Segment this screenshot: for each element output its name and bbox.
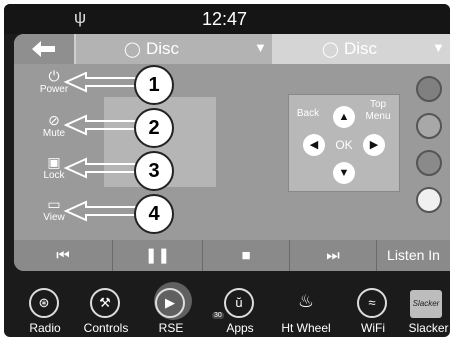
tab-label: Disc bbox=[146, 39, 180, 58]
dock-label: RSE bbox=[158, 321, 184, 335]
transport-bar: ⏮ ❚❚ ■ ⏭ Listen In bbox=[14, 240, 450, 271]
nav-down-button[interactable]: ▼ bbox=[333, 162, 355, 184]
callout-2: 2 bbox=[134, 108, 174, 148]
back-label[interactable]: Back bbox=[293, 108, 323, 119]
wifi-icon: ≈ bbox=[357, 288, 387, 318]
rse-icon: ▶ bbox=[155, 288, 185, 318]
usb-icon: ψ bbox=[74, 8, 87, 27]
stop-icon: ■ bbox=[241, 247, 251, 264]
dock-label: WiFi bbox=[361, 321, 385, 335]
controls-icon: ⚒ bbox=[90, 288, 120, 318]
callout-3: 3 bbox=[134, 151, 174, 191]
dock-apps[interactable]: ŭ 30 Apps bbox=[212, 286, 268, 337]
heated-wheel-icon: ♨ bbox=[297, 291, 315, 311]
listen-in-button[interactable]: Listen In bbox=[377, 240, 450, 271]
pause-button[interactable]: ❚❚ bbox=[113, 240, 203, 271]
color-button-4[interactable] bbox=[416, 187, 442, 213]
color-button-3[interactable] bbox=[416, 150, 442, 176]
pause-icon: ❚❚ bbox=[144, 247, 171, 264]
disc-panel: ◯ Disc ▼ ◯ Disc ▼ ⏻ Power ⊘ Mute ▣ Lock bbox=[14, 34, 450, 271]
dropdown-arrow-icon: ▼ bbox=[432, 40, 445, 55]
dock-rse[interactable]: ▶ RSE bbox=[143, 286, 199, 337]
top-menu-label-line1[interactable]: Top bbox=[361, 99, 395, 110]
nav-right-button[interactable]: ▶ bbox=[363, 134, 385, 156]
dvd-navigation-pad: Back Top Menu ▲ ◀ OK ▶ ▼ bbox=[288, 94, 400, 192]
dock-heated-wheel[interactable]: ♨ Ht Wheel bbox=[275, 286, 337, 337]
next-track-button[interactable]: ⏭ bbox=[290, 240, 377, 271]
callout-4: 4 bbox=[134, 194, 174, 234]
stop-button[interactable]: ■ bbox=[203, 240, 290, 271]
dock-wifi[interactable]: ≈ WiFi bbox=[345, 286, 401, 337]
dock-slacker[interactable]: Slacker Slacker bbox=[399, 286, 450, 337]
source-tabs: ◯ Disc ▼ ◯ Disc ▼ bbox=[14, 34, 450, 64]
dock-label: Apps bbox=[226, 321, 254, 335]
clock: 12:47 bbox=[202, 9, 248, 29]
nav-up-button[interactable]: ▲ bbox=[333, 106, 355, 128]
color-button-2[interactable] bbox=[416, 113, 442, 139]
status-bar: ψ 12:47 bbox=[4, 4, 450, 34]
apps-badge: 30 bbox=[212, 312, 224, 319]
nav-left-button[interactable]: ◀ bbox=[303, 134, 325, 156]
bluray-disc-icon: ◯ bbox=[124, 41, 141, 58]
bluray-disc-icon: ◯ bbox=[322, 41, 339, 58]
dropdown-arrow-icon: ▼ bbox=[254, 40, 267, 55]
dock-label: Radio bbox=[29, 321, 61, 335]
tab-label: Disc bbox=[344, 39, 378, 58]
dock-label: Slacker bbox=[408, 321, 449, 335]
dock-radio[interactable]: ⊛ Radio bbox=[17, 286, 73, 337]
screen: ψ 12:47 ◯ Disc ▼ ◯ Disc ▼ ⏻ Power ⊘ Mute… bbox=[4, 4, 450, 337]
top-menu-label-line2[interactable]: Menu bbox=[361, 111, 395, 122]
back-button[interactable] bbox=[14, 34, 74, 64]
ok-button[interactable]: OK bbox=[332, 136, 356, 154]
radio-icon: ⊛ bbox=[29, 288, 59, 318]
color-button-1[interactable] bbox=[416, 76, 442, 102]
apps-icon: ŭ bbox=[224, 288, 254, 318]
skip-forward-icon: ⏭ bbox=[326, 247, 340, 264]
tab-disc-secondary[interactable]: ◯ Disc ▼ bbox=[272, 34, 450, 64]
slacker-icon: Slacker bbox=[410, 290, 442, 318]
previous-track-button[interactable]: ⏮ bbox=[14, 240, 113, 271]
callout-1: 1 bbox=[134, 65, 174, 105]
tab-disc-active[interactable]: ◯ Disc ▼ bbox=[76, 34, 272, 64]
app-dock: ⊛ Radio ⚒ Controls ▶ RSE ŭ 30 Apps ♨ Ht … bbox=[4, 286, 450, 337]
dock-label: Ht Wheel bbox=[281, 321, 331, 335]
dock-controls[interactable]: ⚒ Controls bbox=[78, 286, 134, 337]
back-arrow-icon bbox=[32, 41, 55, 57]
dock-label: Controls bbox=[83, 321, 129, 335]
skip-back-icon: ⏮ bbox=[56, 247, 70, 264]
